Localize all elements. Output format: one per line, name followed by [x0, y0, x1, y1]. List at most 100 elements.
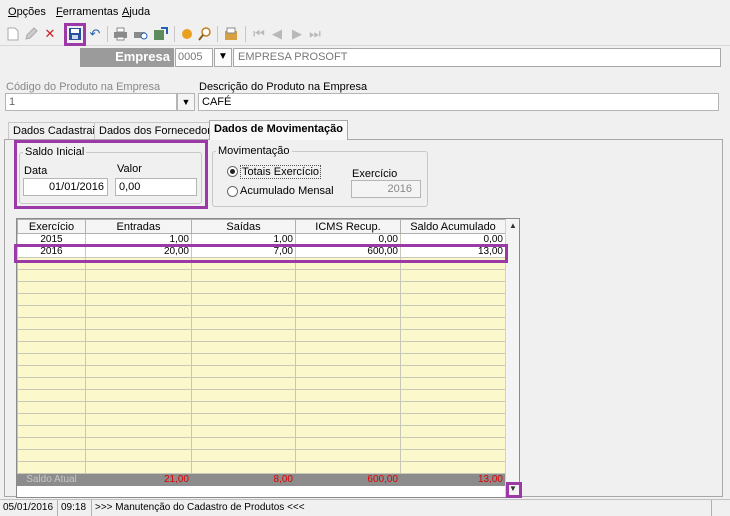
empty-cell[interactable]	[191, 389, 296, 402]
column-header-saidas[interactable]: Saídas	[191, 219, 296, 234]
empty-cell[interactable]	[191, 293, 296, 306]
empty-cell[interactable]	[191, 317, 296, 330]
chevron-down-icon[interactable]: ▼	[214, 48, 232, 67]
column-header-saldo-acumulado[interactable]: Saldo Acumulado	[400, 219, 506, 234]
empty-cell[interactable]	[85, 425, 192, 438]
empty-table-row[interactable]	[17, 353, 506, 366]
empty-cell[interactable]	[191, 329, 296, 342]
cell-entradas[interactable]: 20,00	[85, 245, 192, 258]
empty-cell[interactable]	[85, 353, 192, 366]
empty-cell[interactable]	[295, 413, 401, 426]
attach-icon[interactable]	[222, 25, 240, 43]
empty-cell[interactable]	[191, 365, 296, 378]
empty-cell[interactable]	[191, 281, 296, 294]
empty-cell[interactable]	[85, 257, 192, 270]
empty-table-row[interactable]	[17, 329, 506, 342]
valor-field[interactable]: 0,00	[115, 178, 197, 196]
empty-cell[interactable]	[191, 413, 296, 426]
first-record-icon[interactable]: ⏮	[250, 25, 268, 43]
empty-cell[interactable]	[191, 257, 296, 270]
empty-cell[interactable]	[17, 257, 86, 270]
empty-cell[interactable]	[17, 293, 86, 306]
empty-cell[interactable]	[400, 293, 506, 306]
empty-cell[interactable]	[400, 317, 506, 330]
empty-cell[interactable]	[295, 257, 401, 270]
cell-exercicio[interactable]: 2015	[17, 233, 86, 246]
empty-cell[interactable]	[295, 425, 401, 438]
empty-cell[interactable]	[191, 353, 296, 366]
empty-cell[interactable]	[400, 269, 506, 282]
empty-cell[interactable]	[85, 329, 192, 342]
empty-cell[interactable]	[400, 365, 506, 378]
empty-cell[interactable]	[17, 341, 86, 354]
empty-cell[interactable]	[295, 401, 401, 414]
empty-cell[interactable]	[191, 341, 296, 354]
search-icon[interactable]	[196, 25, 214, 43]
empty-cell[interactable]	[17, 269, 86, 282]
table-row[interactable]: 2015 1,00 1,00 0,00 0,00	[17, 233, 506, 246]
empty-cell[interactable]	[191, 269, 296, 282]
empty-cell[interactable]	[85, 437, 192, 450]
empty-table-row[interactable]	[17, 317, 506, 330]
empty-table-row[interactable]	[17, 257, 506, 270]
table-row[interactable]: 2016 20,00 7,00 600,00 13,00	[17, 245, 506, 258]
column-header-entradas[interactable]: Entradas	[85, 219, 192, 234]
empresa-code-field[interactable]: 0005	[175, 48, 213, 67]
empty-cell[interactable]	[295, 461, 401, 474]
acumulado-mensal-radio[interactable]	[227, 186, 238, 197]
empty-cell[interactable]	[400, 437, 506, 450]
menu-ajuda[interactable]: Ajuda	[122, 6, 150, 18]
empty-table-row[interactable]	[17, 281, 506, 294]
scroll-down-icon[interactable]: ▼	[507, 483, 519, 495]
empty-table-row[interactable]	[17, 293, 506, 306]
empty-cell[interactable]	[295, 293, 401, 306]
empty-cell[interactable]	[295, 389, 401, 402]
previous-record-icon[interactable]: ◀	[268, 25, 286, 43]
empty-cell[interactable]	[17, 329, 86, 342]
export-icon[interactable]	[151, 25, 169, 43]
empty-cell[interactable]	[17, 281, 86, 294]
empty-table-row[interactable]	[17, 413, 506, 426]
empty-cell[interactable]	[17, 461, 86, 474]
empty-cell[interactable]	[400, 329, 506, 342]
empty-table-row[interactable]	[17, 305, 506, 318]
empty-cell[interactable]	[295, 281, 401, 294]
print-icon[interactable]	[111, 25, 129, 43]
empty-cell[interactable]	[400, 413, 506, 426]
chevron-down-icon[interactable]: ▼	[177, 93, 195, 111]
empty-table-row[interactable]	[17, 425, 506, 438]
empty-cell[interactable]	[85, 449, 192, 462]
empty-cell[interactable]	[191, 449, 296, 462]
empty-cell[interactable]	[17, 437, 86, 450]
empty-table-row[interactable]	[17, 377, 506, 390]
totais-exercicio-label[interactable]: Totais Exercício	[240, 165, 322, 179]
cell-icms[interactable]: 0,00	[295, 233, 401, 246]
empty-table-row[interactable]	[17, 461, 506, 474]
cell-exercicio[interactable]: 2016	[17, 245, 86, 258]
cell-entradas[interactable]: 1,00	[85, 233, 192, 246]
vertical-scrollbar[interactable]: ▲ ▼	[505, 219, 519, 497]
last-record-icon[interactable]: ⏭	[306, 25, 324, 43]
empty-cell[interactable]	[17, 389, 86, 402]
empty-cell[interactable]	[85, 461, 192, 474]
empty-cell[interactable]	[400, 341, 506, 354]
empty-cell[interactable]	[400, 281, 506, 294]
descricao-produto-field[interactable]: CAFÉ	[198, 93, 719, 111]
cell-saldo[interactable]: 13,00	[400, 245, 506, 258]
codigo-produto-field[interactable]: 1	[5, 93, 177, 111]
empty-cell[interactable]	[400, 461, 506, 474]
edit-pencil-icon[interactable]	[22, 25, 40, 43]
empty-cell[interactable]	[400, 401, 506, 414]
empty-cell[interactable]	[85, 269, 192, 282]
cell-saidas[interactable]: 1,00	[191, 233, 296, 246]
empty-cell[interactable]	[295, 341, 401, 354]
column-header-exercicio[interactable]: Exercício	[17, 219, 86, 234]
print-preview-icon[interactable]	[131, 25, 149, 43]
tab-dados-cadastrais[interactable]: Dados Cadastrais	[8, 122, 106, 139]
empty-cell[interactable]	[191, 425, 296, 438]
empty-cell[interactable]	[295, 305, 401, 318]
empty-cell[interactable]	[17, 413, 86, 426]
empty-cell[interactable]	[17, 425, 86, 438]
empty-cell[interactable]	[17, 353, 86, 366]
empty-cell[interactable]	[191, 461, 296, 474]
